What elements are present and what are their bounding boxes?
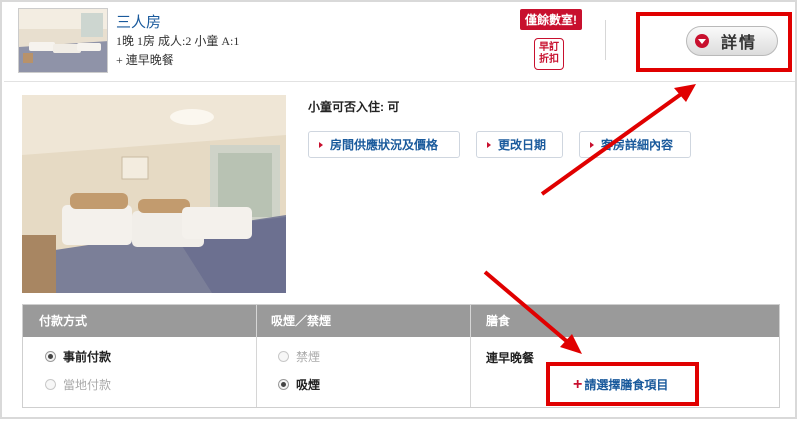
early-booking-discount-badge: 早訂 折扣	[534, 38, 564, 70]
options-table-header: 付款方式 吸煙／禁煙 膳食	[23, 305, 779, 337]
room-thumbnail[interactable]	[18, 8, 108, 73]
meal-plan-name: 連早晚餐	[486, 351, 535, 365]
radio-checked[interactable]	[278, 379, 289, 390]
header-smoking: 吸煙／禁煙	[271, 314, 332, 328]
triangle-bullet-icon	[319, 141, 323, 148]
few-rooms-left-badge: 僅餘數室!	[520, 9, 582, 30]
annotation-arrowhead	[674, 84, 696, 102]
radio-checked[interactable]	[45, 351, 56, 362]
payment-pay-at-hotel-option: 當地付款	[45, 376, 111, 393]
chevron-down-icon	[695, 34, 709, 48]
room-meal-plan: + 連早晚餐	[116, 53, 174, 67]
children-allowed-info: 小童可否入住: 可	[308, 100, 400, 114]
plus-icon: +	[573, 375, 583, 393]
radio-unchecked	[45, 379, 56, 390]
room-details-link[interactable]: 客房詳細內容	[579, 131, 691, 158]
divider	[605, 20, 606, 60]
change-date-link[interactable]: 更改日期	[476, 131, 563, 158]
smoking-option[interactable]: 吸煙	[278, 376, 320, 393]
select-meal-option-link[interactable]: + 請選擇膳食項目	[573, 376, 668, 393]
column-divider	[256, 305, 257, 407]
non-smoking-option: 禁煙	[278, 348, 320, 365]
header-payment-method: 付款方式	[39, 314, 88, 328]
room-name-link[interactable]: 三人房	[116, 11, 161, 32]
radio-unchecked	[278, 351, 289, 362]
room-booking-details: 1晚 1房 成人:2 小童 A:1	[116, 34, 240, 48]
column-divider	[470, 305, 471, 407]
details-button[interactable]: 詳情	[686, 26, 778, 56]
triangle-bullet-icon	[487, 141, 491, 148]
room-card: 三人房 1晚 1房 成人:2 小童 A:1 + 連早晚餐 僅餘數室! 早訂 折扣…	[0, 0, 797, 419]
room-availability-price-link[interactable]: 房間供應狀況及價格	[308, 131, 460, 158]
header-meals: 膳食	[486, 314, 511, 328]
details-button-label: 詳情	[721, 35, 758, 52]
triangle-bullet-icon	[590, 141, 594, 148]
room-photo	[22, 95, 286, 293]
payment-prepay-option[interactable]: 事前付款	[45, 348, 111, 365]
